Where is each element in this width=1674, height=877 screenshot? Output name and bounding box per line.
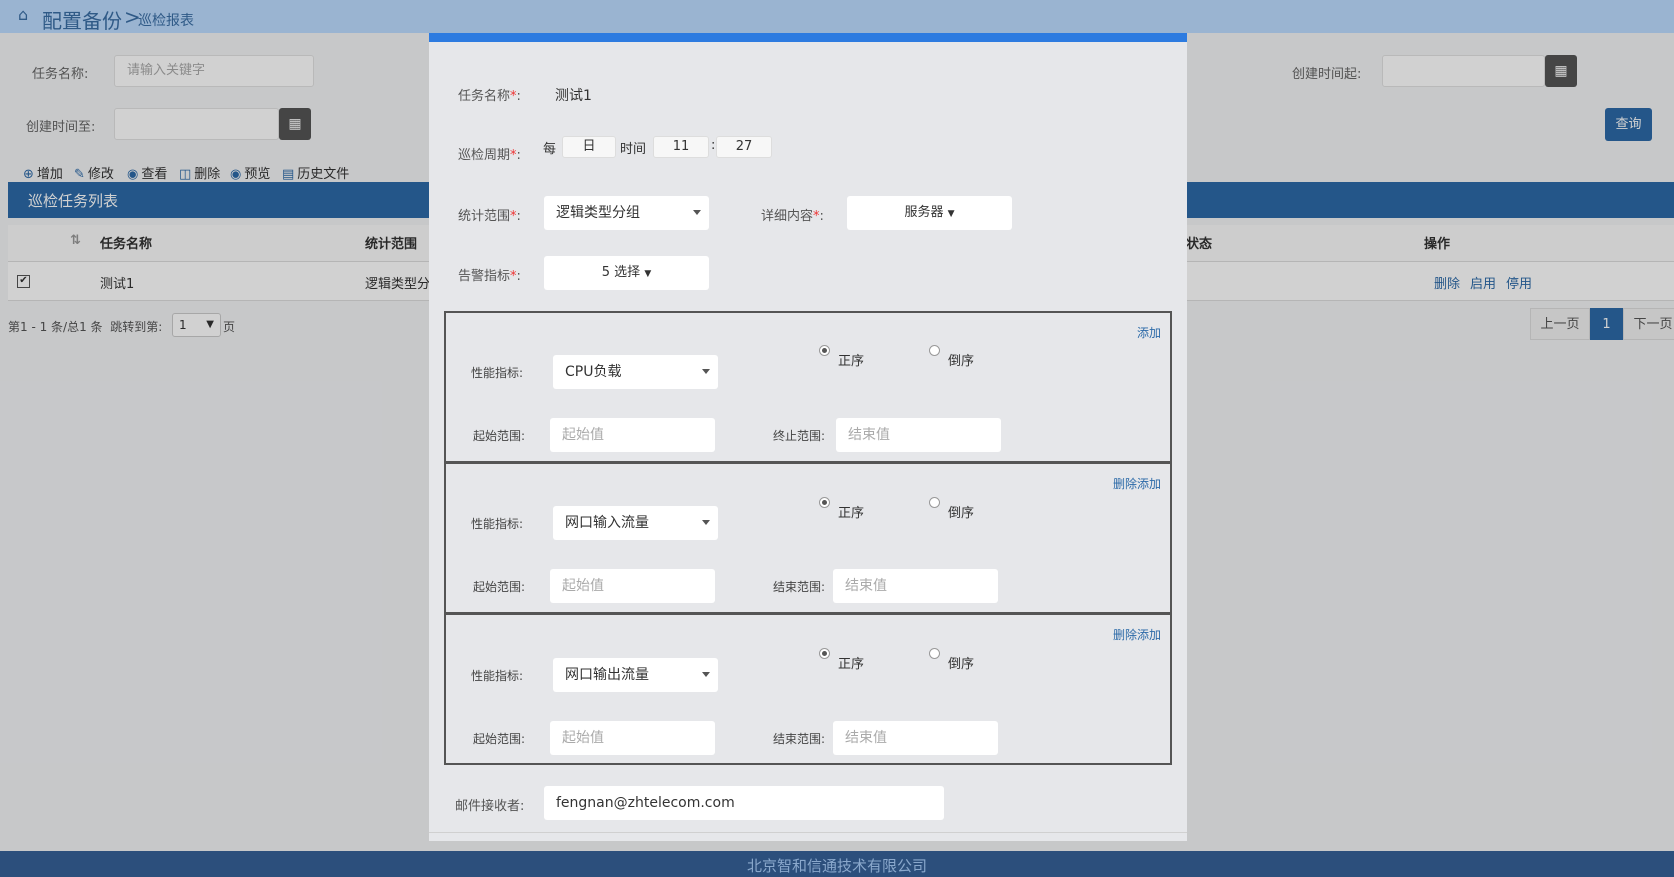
caret-down-icon: ▼ — [644, 269, 652, 279]
mail-receiver-label: 邮件接收者: — [455, 799, 525, 814]
metric-select-value: 网口输出流量 — [565, 667, 649, 683]
modal-cycle-text: 巡检周期 — [458, 148, 511, 163]
cycle-every-label: 每 — [543, 142, 557, 157]
metric-label: 性能指标: — [471, 669, 524, 683]
metric-label: 性能指标: — [471, 366, 524, 380]
modal-task-name-value: 测试1 — [555, 88, 592, 104]
chevron-down-icon — [702, 520, 710, 525]
colon: : — [516, 209, 521, 224]
start-range-input[interactable]: 起始值 — [550, 721, 715, 755]
modal-detail-text: 详细内容 — [761, 209, 814, 224]
modal-cycle-label: 巡检周期*: — [458, 144, 521, 163]
desc-radio[interactable] — [929, 648, 940, 659]
asc-label: 正序 — [838, 354, 865, 369]
end-range-input[interactable]: 结束值 — [833, 721, 998, 755]
modal-top-bar — [429, 33, 1187, 42]
start-range-label: 起始范围: — [473, 580, 526, 594]
modal-divider — [429, 832, 1187, 833]
modal-task-name-text: 任务名称 — [458, 89, 511, 104]
scope-select[interactable]: 逻辑类型分组 — [544, 196, 709, 230]
colon: : — [819, 209, 824, 224]
metric-label: 性能指标: — [471, 517, 524, 531]
panel-add-link[interactable]: 添加 — [1137, 324, 1161, 341]
metric-select-value: CPU负载 — [565, 364, 622, 380]
end-range-label: 结束范围: — [773, 580, 826, 594]
detail-dropdown-value: 服务器 — [904, 205, 944, 220]
cycle-minute-input[interactable]: 27 — [716, 136, 772, 158]
desc-label: 倒序 — [948, 354, 975, 369]
metric-select[interactable]: 网口输出流量 — [553, 658, 718, 692]
desc-radio[interactable] — [929, 345, 940, 356]
start-range-label: 起始范围: — [473, 429, 526, 443]
metric-select-value: 网口输入流量 — [565, 515, 649, 531]
desc-radio[interactable] — [929, 497, 940, 508]
start-range-input[interactable]: 起始值 — [550, 569, 715, 603]
cycle-hour-input[interactable]: 11 — [653, 136, 709, 158]
alarm-dropdown[interactable]: 5 选择 ▼ — [544, 256, 709, 290]
modal-scope-label: 统计范围*: — [458, 205, 521, 224]
cycle-colon: : — [711, 138, 716, 153]
metric-select[interactable]: CPU负载 — [553, 355, 718, 389]
end-range-input[interactable]: 结束值 — [836, 418, 1001, 452]
footer-company: 北京智和信通技术有限公司 — [746, 857, 927, 875]
start-range-input[interactable]: 起始值 — [550, 418, 715, 452]
modal-scope-text: 统计范围 — [458, 209, 511, 224]
asc-radio[interactable] — [819, 345, 830, 356]
modal-task-name-label: 任务名称*: — [458, 85, 521, 104]
asc-radio[interactable] — [819, 648, 830, 659]
chevron-down-icon — [702, 672, 710, 677]
scope-select-value: 逻辑类型分组 — [556, 205, 640, 221]
caret-down-icon: ▼ — [947, 209, 955, 219]
colon: : — [516, 89, 521, 104]
metric-select[interactable]: 网口输入流量 — [553, 506, 718, 540]
start-range-label: 起始范围: — [473, 732, 526, 746]
colon: : — [516, 269, 521, 284]
modal-alarm-label: 告警指标*: — [458, 265, 521, 284]
end-range-label: 终止范围: — [773, 429, 826, 443]
panel-delete-add-link[interactable]: 删除添加 — [1113, 626, 1161, 643]
chevron-down-icon — [702, 369, 710, 374]
cycle-unit-input[interactable]: 日 — [562, 136, 616, 158]
modal-alarm-text: 告警指标 — [458, 269, 511, 284]
asc-label: 正序 — [838, 506, 865, 521]
alarm-dropdown-value: 5 选择 — [601, 265, 641, 280]
cycle-time-label: 时间 — [620, 142, 647, 157]
colon: : — [516, 148, 521, 163]
asc-radio[interactable] — [819, 497, 830, 508]
panel-delete-add-link[interactable]: 删除添加 — [1113, 475, 1161, 492]
chevron-down-icon — [693, 210, 701, 215]
asc-label: 正序 — [838, 657, 865, 672]
end-range-label: 结束范围: — [773, 732, 826, 746]
end-range-input[interactable]: 结束值 — [833, 569, 998, 603]
detail-dropdown[interactable]: 服务器 ▼ — [847, 196, 1012, 230]
modal-detail-label: 详细内容*: — [761, 205, 824, 224]
desc-label: 倒序 — [948, 657, 975, 672]
mail-receiver-input[interactable]: fengnan@zhtelecom.com — [544, 786, 944, 820]
desc-label: 倒序 — [948, 506, 975, 521]
